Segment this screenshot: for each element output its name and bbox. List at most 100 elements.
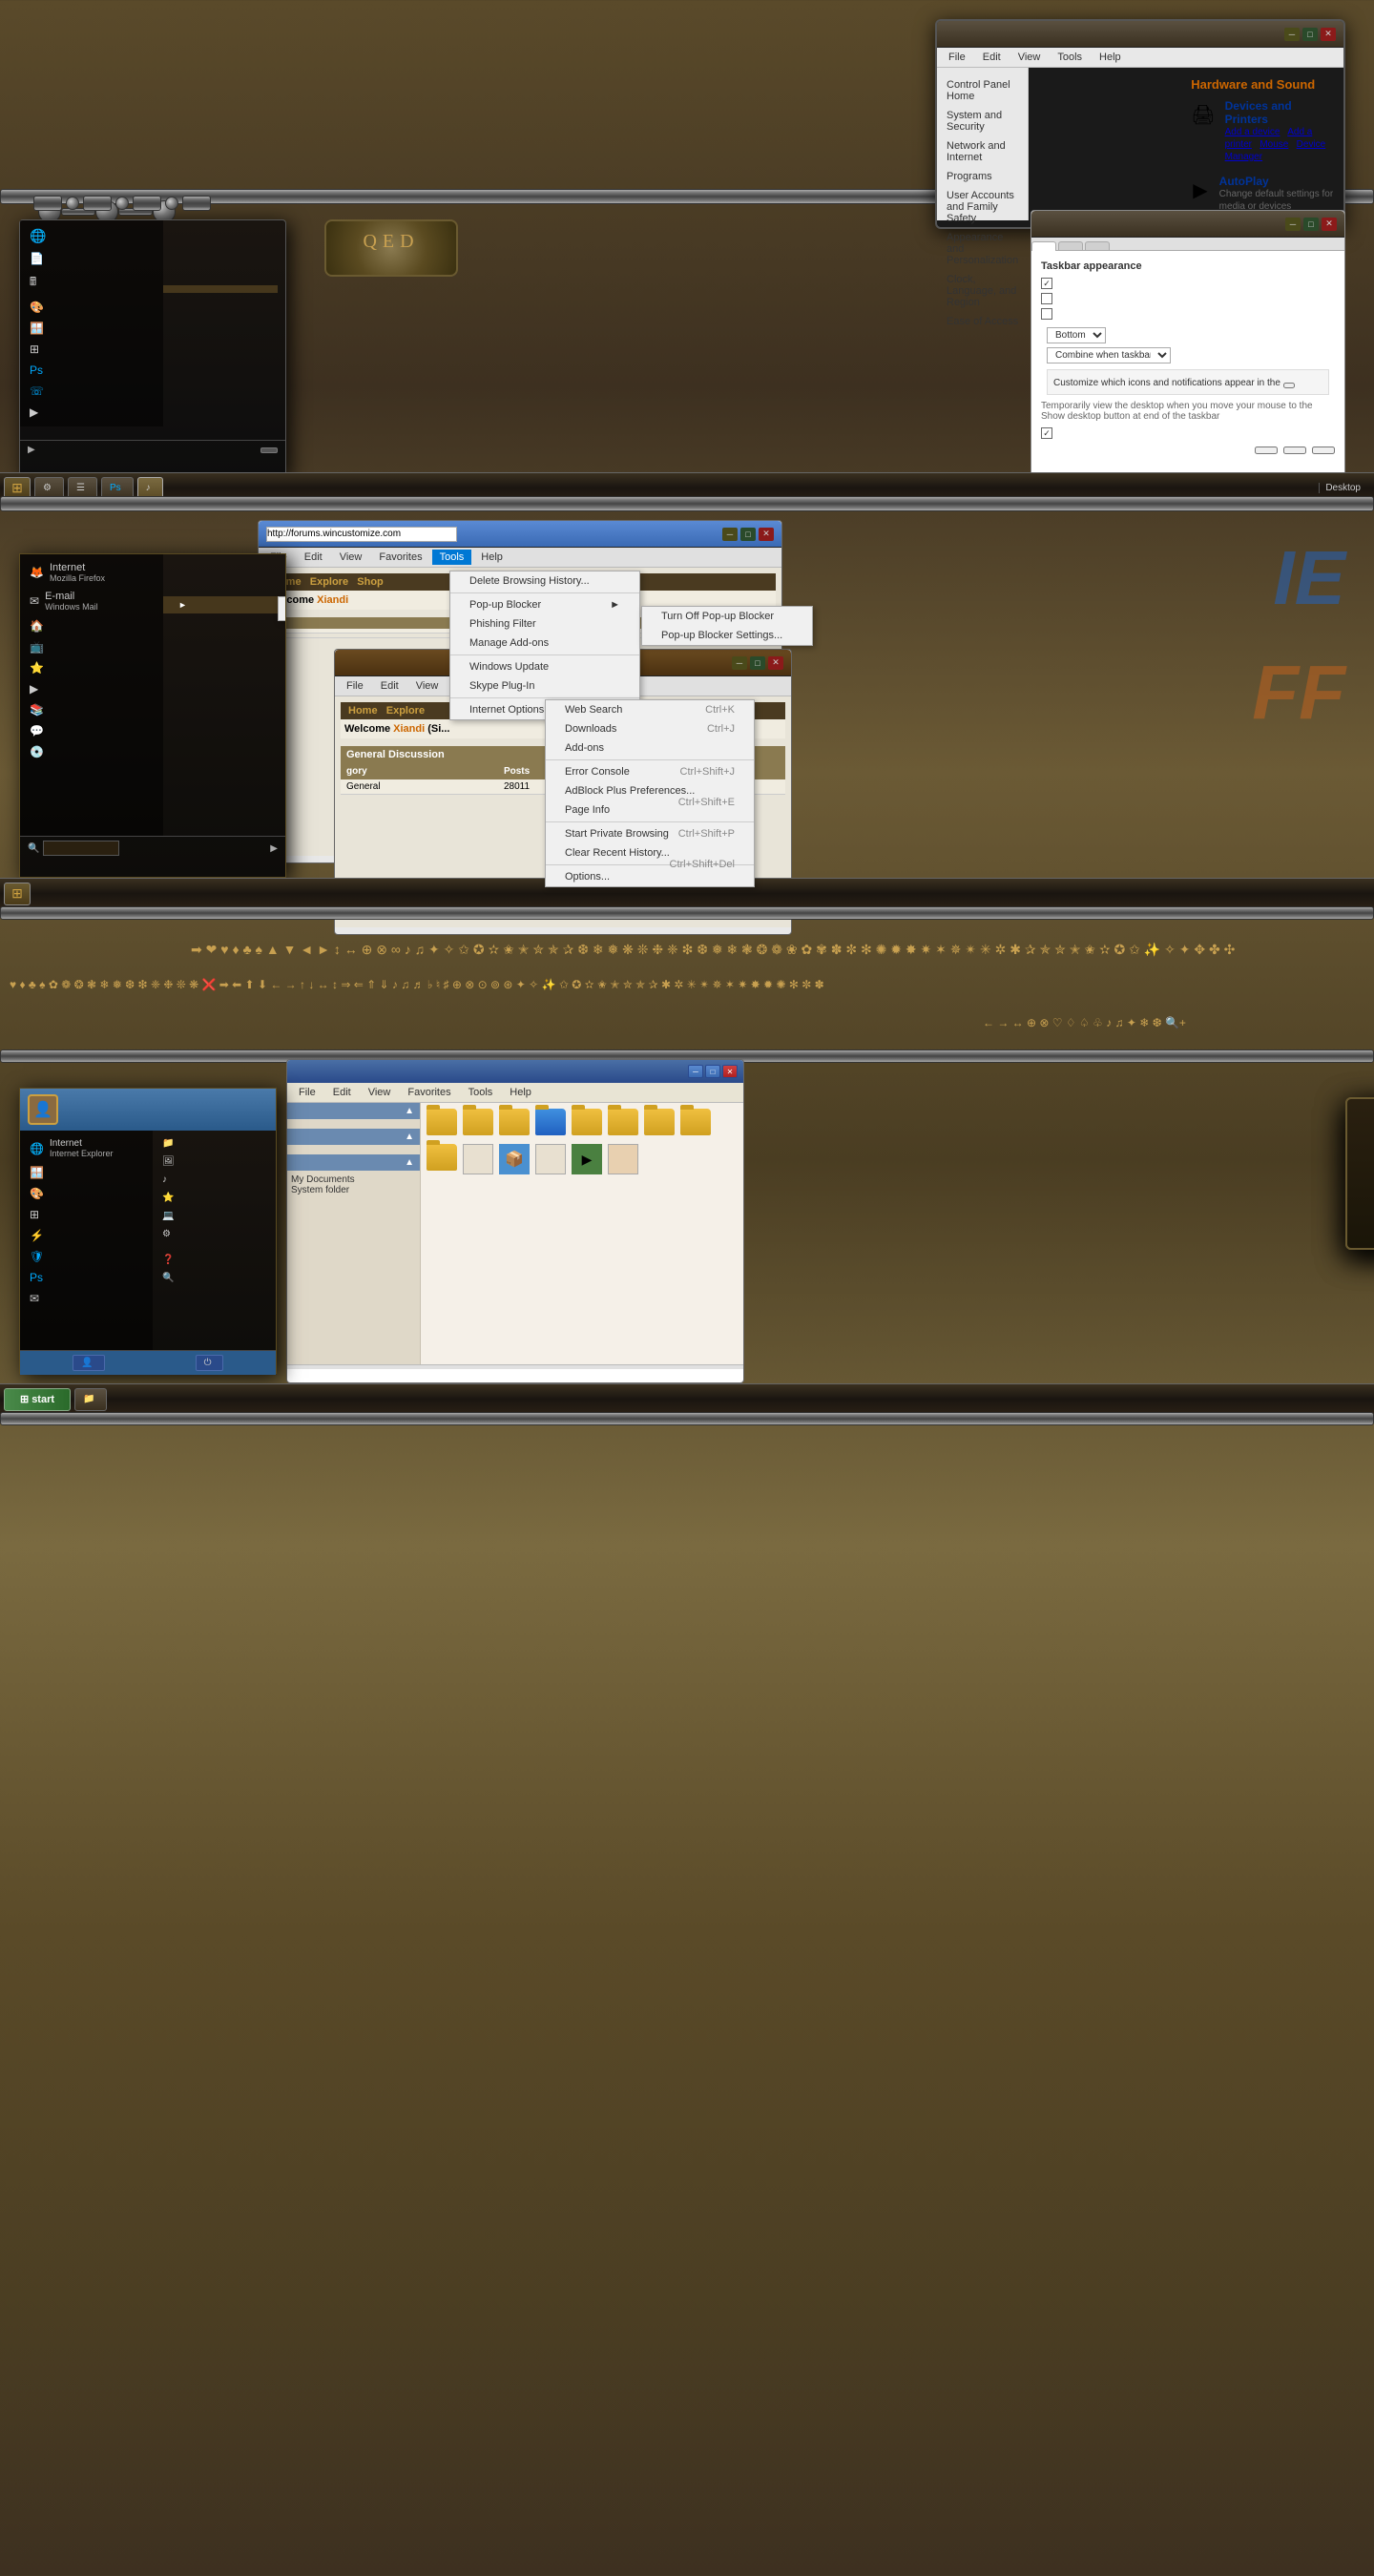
vista-r-favorites[interactable]: ►	[163, 596, 278, 613]
sm-objectdock[interactable]: ⊞	[20, 339, 163, 360]
xp-ie[interactable]: 🌐 Internet Internet Explorer	[20, 1134, 153, 1162]
cp-menu-tools[interactable]: Tools	[1050, 50, 1090, 65]
xp-ps[interactable]: Ps	[20, 1267, 153, 1288]
apply-btn[interactable]	[1312, 447, 1335, 454]
sm-notepad[interactable]: 📄	[20, 248, 163, 269]
folder-gegl[interactable]	[499, 1109, 530, 1138]
ie-close-btn[interactable]: ✕	[759, 528, 774, 541]
sm-network[interactable]	[163, 278, 278, 285]
ff-max-btn[interactable]: □	[750, 656, 765, 670]
autoplay-title[interactable]: AutoPlay	[1219, 175, 1334, 188]
ff-home-nav[interactable]: Home	[348, 705, 378, 717]
ie-favorites[interactable]: Favorites	[371, 550, 429, 565]
xp-ss7[interactable]: 🎨	[20, 1183, 153, 1204]
xp-help[interactable]: Help	[502, 1085, 539, 1100]
cp-menu-file[interactable]: File	[941, 50, 973, 65]
xp-favorites[interactable]: Favorites	[400, 1085, 458, 1100]
vista-r-games[interactable]	[163, 589, 278, 596]
shutdown-btn[interactable]	[260, 447, 278, 453]
vista-r-computer[interactable]	[163, 621, 278, 629]
ts-min-btn[interactable]: ─	[1285, 218, 1301, 231]
add-device-link[interactable]: Add a device	[1225, 127, 1280, 137]
dd-addons[interactable]: Manage Add-ons	[450, 634, 639, 653]
xp-od[interactable]: ⊞	[20, 1204, 153, 1225]
folder-stardock[interactable]	[680, 1109, 711, 1138]
xp-outlook[interactable]: ✉	[20, 1288, 153, 1309]
explore-nav[interactable]: Explore	[310, 576, 348, 588]
vista-borkshelf[interactable]: 📚	[20, 699, 163, 720]
ff-error-console[interactable]: Error Console Ctrl+Shift+J	[546, 762, 754, 781]
dd-windows-update[interactable]: Windows Update	[450, 657, 639, 676]
sm-music[interactable]	[163, 239, 278, 247]
cp-sidebar-clock[interactable]: Clock, Language, and Region	[937, 270, 1028, 312]
dd-turn-off-popup[interactable]: Turn Off Pop-up Blocker	[642, 607, 812, 626]
sm-control-panel[interactable]	[163, 285, 278, 293]
all-programs-btn[interactable]: ▶	[28, 445, 39, 455]
xp-min-btn[interactable]: ─	[688, 1065, 703, 1078]
vista-wlm[interactable]: 💬	[20, 720, 163, 741]
xp-file[interactable]: File	[291, 1085, 323, 1100]
file-taskbutton[interactable]: ▶	[572, 1144, 602, 1177]
sm-photoshop[interactable]: Ps	[20, 360, 163, 381]
sm-videos[interactable]	[163, 247, 278, 255]
dd-phishing[interactable]: Phishing Filter	[450, 614, 639, 634]
file-spyboted[interactable]	[535, 1144, 566, 1177]
ts-max-btn[interactable]: □	[1303, 218, 1319, 231]
vista-wmp[interactable]: ▶	[20, 678, 163, 699]
xp-edit[interactable]: Edit	[325, 1085, 359, 1100]
cp-sidebar-programs[interactable]: Programs	[937, 167, 1028, 186]
ff-addons[interactable]: Add-ons	[546, 738, 754, 758]
sm-documents[interactable]	[163, 232, 278, 239]
vista-email[interactable]: ✉ E-mail Windows Mail	[20, 587, 163, 615]
vista-dvd-maker[interactable]: 💿	[20, 741, 163, 762]
xp-r-search[interactable]: 🔍	[153, 1269, 276, 1287]
ie-tools[interactable]: Tools	[432, 550, 472, 565]
dd-skype-plugin[interactable]: Skype Plug-In	[450, 676, 639, 696]
ff-options[interactable]: Options...	[546, 867, 754, 886]
xp-view[interactable]: View	[361, 1085, 399, 1100]
xp-r-setprog[interactable]	[153, 1243, 276, 1251]
file-undert[interactable]	[608, 1144, 638, 1177]
desktop-btn[interactable]: Desktop	[1319, 483, 1366, 493]
cp-sidebar-network[interactable]: Network and Internet	[937, 136, 1028, 167]
xp-r-mypics[interactable]: 🖼	[153, 1153, 276, 1171]
sm-calculator[interactable]: 🖩	[20, 269, 163, 297]
tab-toolbars[interactable]	[1085, 241, 1110, 250]
sm-wmp[interactable]: ▶	[20, 402, 163, 423]
start-button-vista[interactable]: ⊞	[4, 883, 31, 905]
ok-btn[interactable]	[1255, 447, 1278, 454]
cp-sidebar-user[interactable]: User Accounts and Family Safety	[937, 186, 1028, 228]
sm-computer[interactable]	[163, 270, 278, 278]
folder-tutorials[interactable]	[427, 1144, 457, 1177]
ie-max-btn[interactable]: □	[740, 528, 756, 541]
small-icons-check[interactable]	[1041, 308, 1052, 320]
autohide-check[interactable]	[1041, 293, 1052, 304]
minimize-btn[interactable]: ─	[1284, 28, 1300, 41]
ff-file[interactable]: File	[339, 678, 371, 694]
sm-windowblinds[interactable]: 🪟	[20, 318, 163, 339]
ff-explore-nav[interactable]: Explore	[386, 705, 425, 717]
sm-skinstudio[interactable]: 🎨	[20, 297, 163, 318]
close-btn[interactable]: ✕	[1321, 28, 1336, 41]
vista-media-center[interactable]: 📺	[20, 636, 163, 657]
vista-winstep[interactable]: ⭐	[20, 657, 163, 678]
xp-max-btn[interactable]: □	[705, 1065, 720, 1078]
sm-favorites[interactable]	[163, 262, 278, 270]
xp-start-button[interactable]: ⊞ start	[4, 1388, 71, 1411]
vista-r-xiandi[interactable]	[163, 558, 278, 566]
cp-sidebar-appearance[interactable]: Appearance and Personalization	[937, 228, 1028, 270]
xp-r-mymusic[interactable]: ♪	[153, 1171, 276, 1189]
vista-r-music[interactable]	[163, 581, 278, 589]
ie-help[interactable]: Help	[473, 550, 510, 565]
lock-taskbar-check[interactable]: ✓	[1041, 278, 1052, 289]
fav-links[interactable]	[279, 597, 285, 605]
ts-close-btn[interactable]: ✕	[1322, 218, 1337, 231]
xp-impulse[interactable]: ⚡	[20, 1225, 153, 1246]
folder-dropbox[interactable]	[535, 1109, 566, 1138]
xp-wb[interactable]: 🪟	[20, 1162, 153, 1183]
devices-title[interactable]: Devices and Printers	[1225, 99, 1334, 126]
ff-downloads[interactable]: Downloads Ctrl+J	[546, 719, 754, 738]
location-select[interactable]: Bottom	[1047, 327, 1106, 343]
vista-welcome[interactable]: 🏠	[20, 615, 163, 636]
xp-r-favorites[interactable]: ⭐	[153, 1189, 276, 1207]
